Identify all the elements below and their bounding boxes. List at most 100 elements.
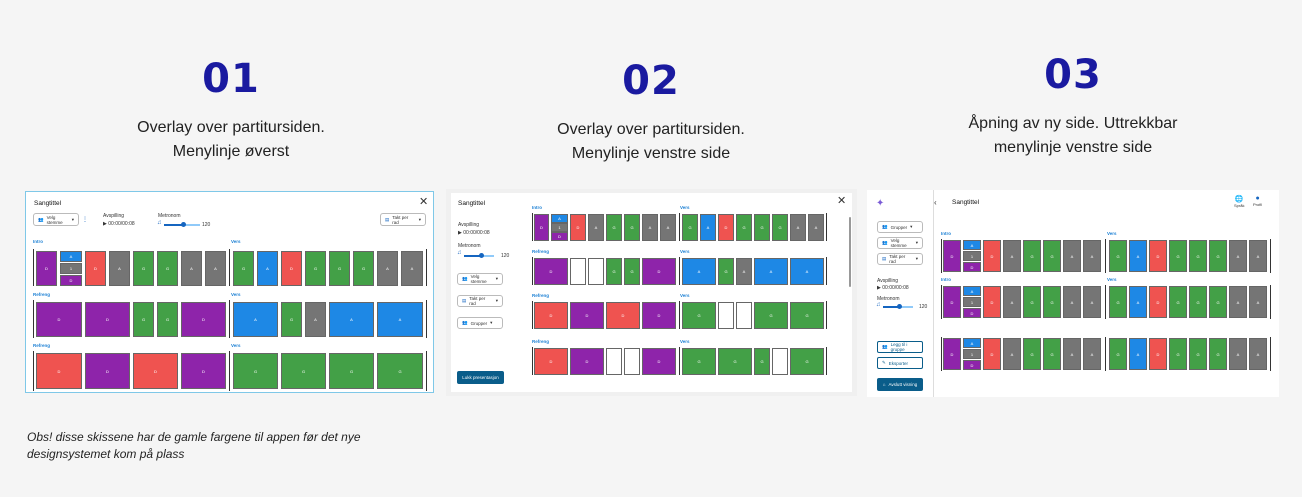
beats-per-line-dropdown[interactable]: ▤ Takt per rad ▾ <box>457 295 503 307</box>
chord-block[interactable]: A <box>1229 240 1247 272</box>
chord-block[interactable]: D <box>281 251 302 286</box>
beats-per-line-dropdown[interactable]: ▤ Takt per rad ▾ <box>380 213 426 226</box>
chord-block[interactable]: G <box>1189 240 1207 272</box>
chord-block[interactable]: A <box>963 240 981 250</box>
chord-block[interactable]: D <box>606 302 640 329</box>
chord-block[interactable]: G <box>1023 338 1041 370</box>
chord-block[interactable]: A <box>1129 286 1147 318</box>
chord-block[interactable]: D <box>943 338 961 370</box>
chord-block[interactable]: D <box>963 360 981 370</box>
chord-block[interactable]: A <box>329 302 374 337</box>
chord-block[interactable]: D <box>534 214 549 241</box>
collapse-sidebar-icon[interactable]: ‹ <box>934 198 937 207</box>
chord-block[interactable]: A <box>588 214 604 241</box>
chord-block[interactable]: G <box>1109 338 1127 370</box>
chord-block[interactable]: G <box>624 214 640 241</box>
chord-block[interactable]: G <box>606 258 622 285</box>
chord-block[interactable]: 1 <box>963 251 981 261</box>
chord-block[interactable]: A <box>257 251 278 286</box>
chord-block[interactable]: G <box>1209 286 1227 318</box>
chord-block[interactable]: G <box>682 214 698 241</box>
chord-block[interactable]: A <box>1249 286 1267 318</box>
metronome-slider-knob[interactable] <box>479 253 484 258</box>
chord-block[interactable]: D <box>85 251 106 286</box>
chord-block[interactable]: G <box>790 348 824 375</box>
chord-block[interactable]: 1 <box>60 263 82 274</box>
chord-block[interactable]: A <box>377 302 423 337</box>
play-icon[interactable]: ▶ <box>103 221 107 227</box>
chord-block[interactable]: D <box>534 348 568 375</box>
chord-block[interactable]: G <box>1189 338 1207 370</box>
chord-block[interactable]: 1 <box>963 297 981 307</box>
chord-block[interactable]: G <box>133 251 154 286</box>
chord-block[interactable]: A <box>963 338 981 348</box>
chord-block[interactable] <box>570 258 586 285</box>
groups-dropdown[interactable]: 👥 Grupper ▾ <box>457 317 503 329</box>
choose-voice-dropdown[interactable]: 👥 Velg stemme ▾ <box>33 213 79 226</box>
chord-block[interactable]: D <box>85 302 130 337</box>
chord-block[interactable]: D <box>181 353 226 389</box>
chord-block[interactable] <box>736 302 752 329</box>
chord-block[interactable]: D <box>1149 286 1167 318</box>
chord-block[interactable]: A <box>736 258 752 285</box>
chord-block[interactable]: G <box>682 348 716 375</box>
playback-control[interactable]: ▶ 00:00/00:08 <box>877 285 909 291</box>
chord-block[interactable]: G <box>305 251 326 286</box>
chord-block[interactable]: A <box>181 251 202 286</box>
chord-block[interactable]: G <box>736 214 752 241</box>
chord-block[interactable]: A <box>1229 338 1247 370</box>
chord-block[interactable]: G <box>624 258 640 285</box>
close-presentation-button[interactable]: Lukk presentasjon <box>457 371 504 384</box>
choose-voice-dropdown[interactable]: 👥 Velg stemme ▾ <box>877 237 923 249</box>
more-icon[interactable]: ⋮ <box>82 216 88 223</box>
chord-block[interactable]: A <box>790 258 824 285</box>
chord-block[interactable]: G <box>1109 240 1127 272</box>
chord-block[interactable]: G <box>718 258 734 285</box>
chord-block[interactable]: G <box>281 353 326 389</box>
chord-block[interactable]: D <box>181 302 226 337</box>
chord-block[interactable]: G <box>157 302 178 337</box>
chord-block[interactable]: D <box>85 353 130 389</box>
chord-block[interactable]: G <box>377 353 423 389</box>
beats-per-line-dropdown[interactable]: ▤ Takt per rad ▾ <box>877 253 923 265</box>
chord-block[interactable] <box>624 348 640 375</box>
chord-block[interactable]: G <box>1043 286 1061 318</box>
metronome-slider-knob[interactable] <box>181 222 186 227</box>
chord-block[interactable]: 1 <box>551 223 568 232</box>
chord-block[interactable]: G <box>1043 338 1061 370</box>
chord-block[interactable]: D <box>534 258 568 285</box>
chord-block[interactable]: D <box>60 275 82 286</box>
chord-block[interactable]: A <box>1063 338 1081 370</box>
chord-block[interactable]: D <box>551 232 568 241</box>
chord-block[interactable]: A <box>205 251 226 286</box>
chord-block[interactable]: G <box>233 353 278 389</box>
chord-block[interactable]: G <box>353 251 374 286</box>
play-icon[interactable]: ▶ <box>877 285 881 291</box>
chord-block[interactable]: G <box>1209 338 1227 370</box>
chord-block[interactable]: 1 <box>963 349 981 359</box>
choose-voice-dropdown[interactable]: 👥 Velg stemme ▾ <box>457 273 503 285</box>
chord-block[interactable]: A <box>1003 338 1021 370</box>
chord-block[interactable]: G <box>682 302 716 329</box>
chord-block[interactable]: G <box>1023 240 1041 272</box>
chord-block[interactable] <box>588 258 604 285</box>
add-to-group-button[interactable]: 👥 Legg til i gruppe <box>877 341 923 353</box>
chord-block[interactable]: G <box>1169 240 1187 272</box>
chord-block[interactable]: A <box>1249 338 1267 370</box>
chord-block[interactable]: D <box>570 214 586 241</box>
chord-block[interactable]: G <box>754 348 770 375</box>
chord-block[interactable]: G <box>718 348 752 375</box>
chord-block[interactable]: A <box>642 214 658 241</box>
chord-block[interactable]: G <box>133 302 154 337</box>
chord-block[interactable] <box>772 348 788 375</box>
chord-block[interactable]: G <box>233 251 254 286</box>
language-button[interactable]: 🌐 Språk <box>1234 195 1244 208</box>
chord-block[interactable]: G <box>281 302 302 337</box>
chord-block[interactable]: D <box>36 353 82 389</box>
chord-block[interactable]: D <box>983 286 1001 318</box>
playback-control[interactable]: ▶ 00:00/00:08 <box>458 230 490 236</box>
chord-block[interactable]: A <box>1083 240 1101 272</box>
scrollbar[interactable] <box>849 217 851 287</box>
chord-block[interactable]: A <box>60 251 82 262</box>
chord-block[interactable]: A <box>790 214 806 241</box>
